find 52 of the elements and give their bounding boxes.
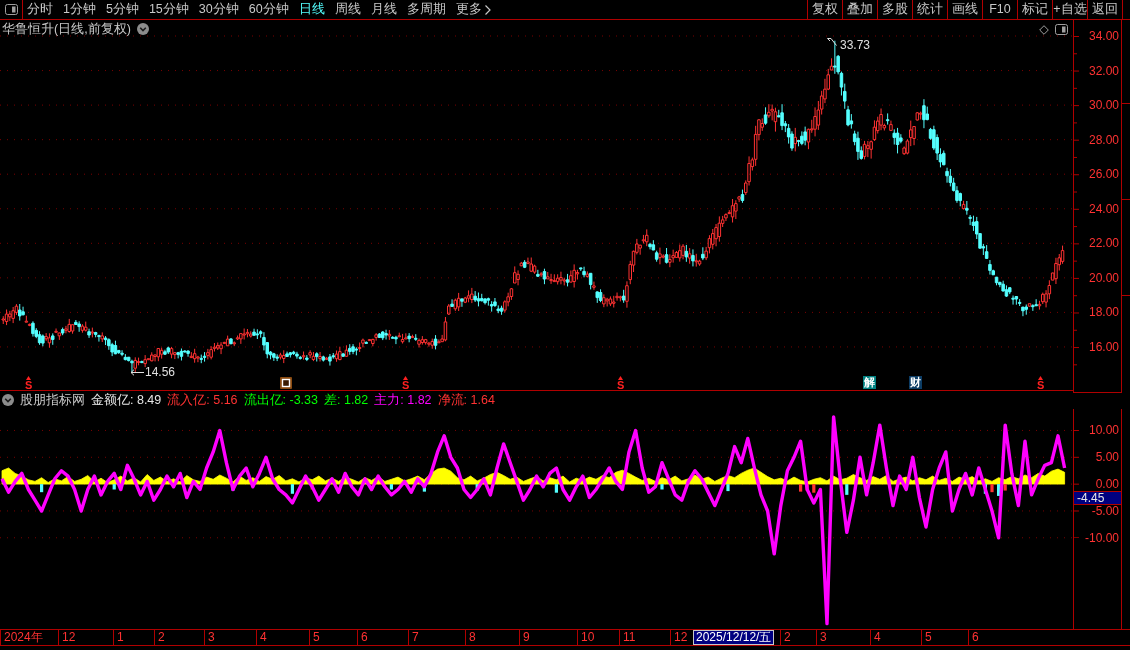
indicator-reading: 净流: 1.64 [437,392,495,408]
time-axis-label: 2 [780,630,791,645]
indicator-axis-label: -5.00 [1091,504,1119,517]
current-value-label: -4.45 [1074,490,1121,505]
time-axis-label: 4 [256,630,267,645]
time-axis-label: 9 [519,630,530,645]
indicator-axis-label: 10.00 [1088,424,1119,437]
price-axis-label: 16.00 [1088,339,1119,354]
indicator-reading: 流入亿: 5.16 [167,392,238,408]
signal-mark: S [617,380,625,390]
price-axis-label: 24.00 [1088,201,1119,216]
indicator-axis-label: 0.00 [1095,478,1119,491]
time-axis-label: 2025/12/12/五 [693,630,775,645]
time-axis-label: 11 [619,630,636,645]
time-axis-label: 3 [204,630,215,645]
price-axis-label: 32.00 [1088,63,1119,78]
indicator-name: 股朋指标网 [20,392,85,408]
price-axis-label: 34.00 [1088,29,1119,43]
price-axis-label: 26.00 [1088,167,1119,182]
time-axis-label: 6 [968,630,979,645]
price-axis-label: 22.00 [1088,236,1119,251]
indicator-reading: 主力: 1.82 [374,392,432,408]
time-axis-label: 5 [309,630,320,645]
time-axis-label: 2024年 [0,630,43,645]
indicator-reading: 差: 1.82 [324,392,369,408]
price-axis-label: 18.00 [1088,305,1119,320]
time-axis-label: 2 [154,630,165,645]
indicator-axis-label: 5.00 [1095,451,1119,464]
time-axis-label: 12 [58,630,76,645]
time-axis-label: 7 [408,630,419,645]
chart-title: 华鲁恒升(日线,前复权) [2,21,131,37]
time-axis-label: 5 [921,630,932,645]
time-axis-label: 8 [465,630,476,645]
price-axis-label: 30.00 [1088,98,1119,113]
price-axis-label: 20.00 [1088,270,1119,285]
low-price-label: 14.56 [145,365,176,379]
time-axis-label: 3 [816,630,827,645]
price-axis-label: 28.00 [1088,132,1119,147]
indicator-axis-label: -10.00 [1084,531,1119,544]
time-axis-label: 6 [357,630,368,645]
indicator-reading: 金额亿: 8.49 [91,392,162,408]
signal-mark: S [402,380,410,390]
indicator-reading: 流出亿: -3.33 [243,392,318,408]
event-tag: 财 [909,376,922,389]
time-axis-label: 1 [113,630,124,645]
high-price-label: 33.73 [840,38,871,52]
event-tag: 解 [863,376,876,389]
time-axis-label: 4 [870,630,881,645]
signal-mark: S [1037,380,1045,390]
signal-mark: S [25,380,33,390]
time-axis-label: 12 [670,630,688,645]
time-axis-label: 10 [577,630,595,645]
